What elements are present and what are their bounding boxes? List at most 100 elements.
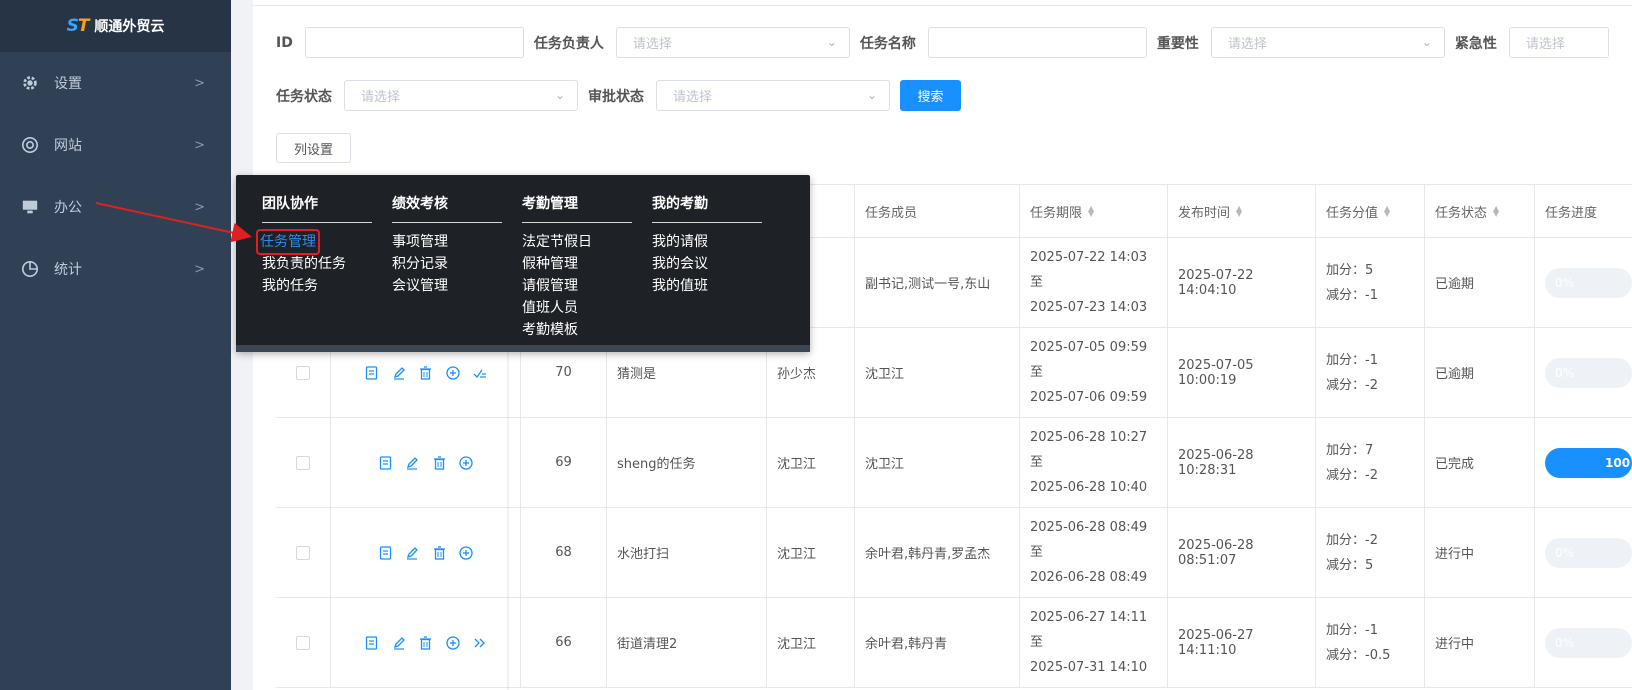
chevron-right-icon: > <box>194 137 205 153</box>
lifebuoy-icon <box>20 135 40 155</box>
status-cell: 进行中 <box>1424 508 1534 597</box>
edit-icon[interactable] <box>405 455 420 470</box>
add-score-value: 7 <box>1365 442 1374 458</box>
menu-link-my-meetings[interactable]: 我的会议 <box>652 253 762 275</box>
menu-link-holidays[interactable]: 法定节假日 <box>522 231 632 253</box>
header-status[interactable]: 任务状态 ▲ ▼ <box>1424 185 1534 237</box>
row-actions <box>364 365 487 380</box>
add-score-label: 加分： <box>1326 262 1366 278</box>
document-icon[interactable] <box>378 455 393 470</box>
header-score[interactable]: 任务分值 ▲ ▼ <box>1315 185 1424 237</box>
trash-icon[interactable] <box>418 365 433 380</box>
chevron-down-icon: ⌄ <box>826 35 837 49</box>
sort-icon[interactable]: ▲ ▼ <box>1088 205 1094 218</box>
progress-cell: 0% <box>1534 508 1632 597</box>
trash-icon[interactable] <box>432 545 447 560</box>
add-score-value: -2 <box>1365 532 1378 548</box>
period-start: 2025-06-28 10:27 <box>1030 430 1148 445</box>
header-members: 任务成员 <box>854 185 1019 237</box>
menu-link-task-management[interactable]: 任务管理 <box>256 229 320 255</box>
menu-link-meetings[interactable]: 会议管理 <box>392 275 502 297</box>
filter-row-2: 任务状态 请选择 ⌄ 审批状态 请选择 ⌄ 搜索 <box>276 80 961 111</box>
sub-score: 减分：-2 <box>1326 373 1378 398</box>
menu-link-my-tasks[interactable]: 我的任务 <box>262 275 372 297</box>
period-end: 2025-07-06 09:59 <box>1030 390 1148 405</box>
pie-chart-icon <box>20 259 40 279</box>
header-published-label: 发布时间 <box>1178 205 1231 221</box>
task-status-select[interactable]: 请选择 ⌄ <box>344 80 578 111</box>
menu-link-leave-management[interactable]: 请假管理 <box>522 275 632 297</box>
add-circle-icon[interactable] <box>445 365 460 380</box>
menu-column-team: 团队协作 任务管理 我负责的任务 我的任务 <box>256 193 372 297</box>
progress-bar: 0% <box>1545 267 1632 298</box>
column-settings-button[interactable]: 列设置 <box>276 133 351 163</box>
table-row[interactable]: 69 sheng的任务 沈卫江 沈卫江 2025-06-28 10:27 至 2025-06… <box>276 418 1632 508</box>
owner-select[interactable]: 请选择 ⌄ <box>615 27 850 58</box>
owner-label: 任务负责人 <box>533 35 604 52</box>
sort-icon[interactable]: ▲ ▼ <box>1384 205 1390 218</box>
sub-score-label: 减分： <box>1326 377 1366 393</box>
add-circle-icon[interactable] <box>459 455 474 470</box>
document-icon[interactable] <box>364 365 379 380</box>
score-cell: 加分：-1 减分：-0.5 <box>1315 598 1424 687</box>
menu-link-items[interactable]: 事项管理 <box>392 231 502 253</box>
gear-icon <box>20 73 40 93</box>
sidebar-item-website[interactable]: 网站 > <box>0 114 231 176</box>
id-input[interactable] <box>304 27 524 58</box>
sidebar-item-office[interactable]: 办公 > <box>0 176 231 238</box>
row-checkbox[interactable] <box>296 545 310 560</box>
edit-icon[interactable] <box>391 635 406 650</box>
trash-icon[interactable] <box>432 455 447 470</box>
header-period[interactable]: 任务期限 ▲ ▼ <box>1019 185 1167 237</box>
add-circle-icon[interactable] <box>445 635 460 650</box>
task-status-label: 任务状态 <box>276 88 332 105</box>
row-checkbox[interactable] <box>296 635 310 650</box>
row-actions <box>378 545 474 560</box>
importance-select[interactable]: 请选择 ⌄ <box>1210 27 1445 58</box>
actions-cell <box>330 418 520 507</box>
add-circle-icon[interactable] <box>459 545 474 560</box>
menu-link-points[interactable]: 积分记录 <box>392 253 502 275</box>
row-checkbox[interactable] <box>296 365 310 380</box>
task-name-input[interactable] <box>927 27 1147 58</box>
sort-icon[interactable]: ▲ ▼ <box>1493 205 1499 218</box>
edit-icon[interactable] <box>391 365 406 380</box>
members-cell: 余叶君,韩丹青,罗孟杰 <box>854 508 1019 597</box>
task-name-cell: 水池打扫 <box>606 508 766 597</box>
approval-status-select[interactable]: 请选择 ⌄ <box>656 80 890 111</box>
search-button[interactable]: 搜索 <box>900 80 961 111</box>
row-checkbox[interactable] <box>296 455 310 470</box>
add-score: 加分：-1 <box>1326 618 1378 643</box>
brand-logo[interactable]: ST 顺通外贸云 <box>0 0 231 52</box>
members-cell: 余叶君,韩丹青 <box>854 598 1019 687</box>
double-chevron-right-icon[interactable] <box>472 635 487 650</box>
document-icon[interactable] <box>364 635 379 650</box>
menu-link-attendance-template[interactable]: 考勤模板 <box>522 319 632 341</box>
period-end: 2025-07-31 14:10 <box>1030 660 1148 675</box>
edit-icon[interactable] <box>405 545 420 560</box>
menu-link-my-duty[interactable]: 我的值班 <box>652 275 762 297</box>
header-published[interactable]: 发布时间 ▲ ▼ <box>1167 185 1315 237</box>
members-cell: 沈卫江 <box>854 328 1019 417</box>
menu-link-my-owned-tasks[interactable]: 我负责的任务 <box>262 253 372 275</box>
menu-link-my-leave[interactable]: 我的请假 <box>652 231 762 253</box>
add-score-label: 加分： <box>1326 442 1366 458</box>
document-icon[interactable] <box>378 545 393 560</box>
add-score-label: 加分： <box>1326 532 1366 548</box>
urgency-select[interactable]: 请选择 <box>1508 27 1609 58</box>
sub-score-label: 减分： <box>1326 287 1366 303</box>
period-cell: 2025-06-28 08:49 至 2026-06-28 08:49 <box>1019 508 1167 597</box>
sidebar-item-statistics[interactable]: 统计 > <box>0 238 231 300</box>
table-row[interactable]: 66 街道清理2 沈卫江 余叶君,韩丹青 2025-06-27 14:11 至 2025-0… <box>276 598 1632 688</box>
table-row[interactable]: 68 水池打扫 沈卫江 余叶君,韩丹青,罗孟杰 2025-06-28 08:49 至 202… <box>276 508 1632 598</box>
sidebar-item-settings[interactable]: 设置 > <box>0 52 231 114</box>
period-cell: 2025-06-27 14:11 至 2025-07-31 14:10 <box>1019 598 1167 687</box>
menu-link-leave-types[interactable]: 假种管理 <box>522 253 632 275</box>
trash-icon[interactable] <box>418 635 433 650</box>
sub-score-label: 减分： <box>1326 647 1366 663</box>
menu-link-duty-staff[interactable]: 值班人员 <box>522 297 632 319</box>
sub-score-label: 减分： <box>1326 557 1366 573</box>
sort-icon[interactable]: ▲ ▼ <box>1236 205 1242 218</box>
status-cell: 已逾期 <box>1424 328 1534 417</box>
approve-icon[interactable] <box>472 365 487 380</box>
